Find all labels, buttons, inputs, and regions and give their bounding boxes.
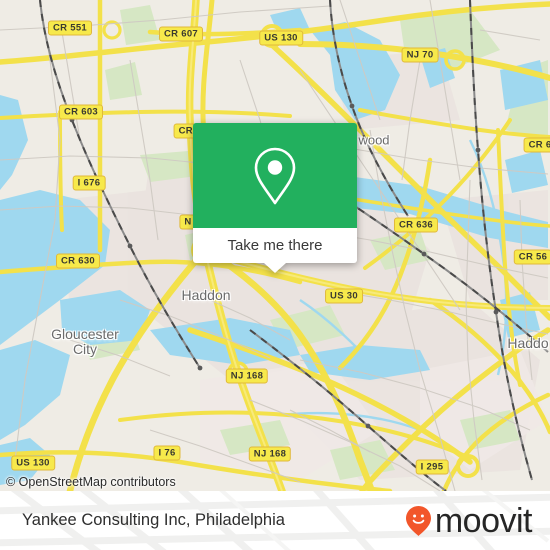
moovit-wordmark: moovit bbox=[434, 501, 533, 540]
road-shield: NJ 70 bbox=[401, 47, 439, 63]
road-shield: US 130 bbox=[259, 30, 303, 46]
location-pin-icon bbox=[254, 147, 296, 204]
map-attribution[interactable]: © OpenStreetMap contributors bbox=[6, 475, 176, 489]
place-label: wood bbox=[358, 132, 390, 148]
take-me-there-label: Take me there bbox=[227, 237, 323, 254]
popup-tail-pointer bbox=[264, 263, 286, 273]
road-shield: US 30 bbox=[325, 288, 363, 304]
road-shield: NJ 168 bbox=[248, 446, 292, 462]
road-shield: NJ 168 bbox=[225, 368, 269, 384]
road-shield: I 295 bbox=[415, 459, 449, 475]
map-canvas[interactable]: CR 551 CR 607 US 130 NJ 70 CR 6 CR 603 CR 6I 6… bbox=[0, 0, 550, 491]
road-shield: CR 636 bbox=[393, 217, 439, 233]
road-shield: I 676 bbox=[72, 175, 106, 191]
moovit-brand[interactable]: moovit bbox=[405, 501, 533, 540]
moovit-smiley-pin-icon bbox=[405, 505, 431, 536]
place-label: City bbox=[72, 341, 98, 358]
road-shield: CR 6 bbox=[523, 137, 550, 153]
road-shield: CR 603 bbox=[58, 104, 104, 120]
road-shield: US 130 bbox=[11, 455, 55, 471]
location-popup-card[interactable]: Take me there bbox=[193, 123, 357, 273]
footer-bar: Yankee Consulting Inc, Philadelphia moov… bbox=[0, 491, 550, 550]
popup-header bbox=[193, 123, 357, 228]
road-shield: CR 630 bbox=[55, 253, 101, 269]
popup-footer[interactable]: Take me there bbox=[193, 228, 357, 273]
location-title: Yankee Consulting Inc, Philadelphia bbox=[22, 511, 285, 529]
road-shield: CR 551 bbox=[47, 20, 93, 36]
road-shield: CR 607 bbox=[158, 26, 204, 42]
place-label: Haddo bbox=[507, 335, 549, 352]
road-shield: CR 56 bbox=[513, 249, 550, 265]
place-label: Haddon bbox=[181, 287, 231, 304]
map-screenshot: CR 551 CR 607 US 130 NJ 70 CR 6 CR 603 CR 6I 6… bbox=[0, 0, 550, 550]
road-shield: I 76 bbox=[153, 445, 181, 461]
